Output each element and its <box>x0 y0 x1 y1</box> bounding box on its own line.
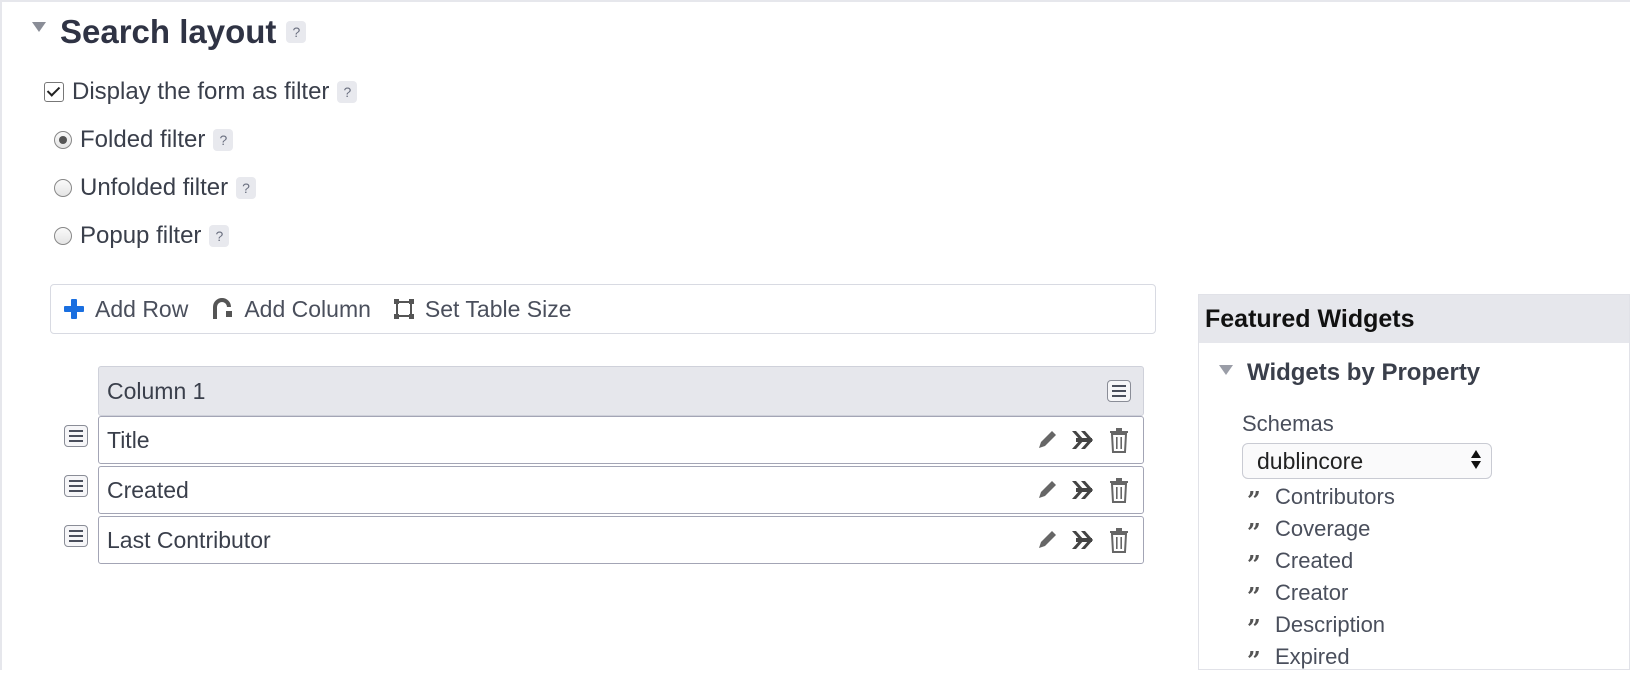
row-label: Title <box>107 426 150 453</box>
quote-icon: ” <box>1247 582 1261 611</box>
column-header[interactable]: Column 1 <box>98 366 1144 416</box>
add-row-label: Add Row <box>95 295 189 322</box>
table-row[interactable]: Last Contributor <box>98 516 1144 564</box>
trash-icon[interactable] <box>1105 527 1133 553</box>
layout-toolbar: Add Row Add Column Set Table Size <box>50 284 1156 334</box>
add-row-button[interactable]: Add Row <box>63 296 188 323</box>
list-item[interactable]: ” Contributors <box>1247 481 1395 513</box>
help-icon[interactable]: ? <box>213 129 234 151</box>
edit-icon[interactable] <box>1033 527 1061 553</box>
property-list: ” Contributors ” Coverage ” Created ” Creato… <box>1247 481 1395 673</box>
table-row[interactable]: Created <box>98 466 1144 514</box>
quote-icon: ” <box>1247 518 1261 547</box>
select-arrows-icon <box>1471 450 1481 469</box>
edit-icon[interactable] <box>1033 477 1061 503</box>
property-label: Contributors <box>1275 484 1395 509</box>
featured-widgets-title: Featured Widgets <box>1199 295 1629 343</box>
edit-icon[interactable] <box>1033 427 1061 453</box>
quote-icon: ” <box>1247 614 1261 643</box>
section-header[interactable]: Search layout ? <box>32 12 307 52</box>
add-column-label: Add Column <box>244 295 371 322</box>
row-menu-icon[interactable] <box>64 425 88 447</box>
unfolded-filter-radio[interactable] <box>54 179 72 197</box>
help-icon[interactable]: ? <box>236 177 257 199</box>
list-item[interactable]: ” Description <box>1247 609 1395 641</box>
quote-icon: ” <box>1247 646 1261 675</box>
quote-icon: ” <box>1247 486 1261 515</box>
table-row[interactable]: Title <box>98 416 1144 464</box>
folded-filter-label: Folded filter <box>80 126 206 153</box>
top-divider <box>0 0 1630 2</box>
list-item[interactable]: ” Coverage <box>1247 513 1395 545</box>
move-icon[interactable] <box>1069 477 1097 503</box>
quote-icon: ” <box>1247 550 1261 579</box>
folded-filter-option[interactable]: Folded filter ? <box>54 126 234 154</box>
column-header-label: Column 1 <box>107 377 206 404</box>
display-filter-label: Display the form as filter <box>72 78 330 105</box>
schema-select-value: dublincore <box>1257 447 1364 474</box>
list-item[interactable]: ” Creator <box>1247 577 1395 609</box>
unfolded-filter-option[interactable]: Unfolded filter ? <box>54 174 257 202</box>
plus-icon <box>63 298 85 320</box>
row-menu-icon[interactable] <box>64 475 88 497</box>
help-icon[interactable]: ? <box>337 81 358 103</box>
left-divider <box>0 0 2 670</box>
popup-filter-option[interactable]: Popup filter ? <box>54 222 230 250</box>
row-menu-icon[interactable] <box>64 525 88 547</box>
trash-icon[interactable] <box>1105 477 1133 503</box>
display-filter-checkbox[interactable] <box>44 82 64 102</box>
set-table-size-label: Set Table Size <box>424 295 572 322</box>
property-label: Description <box>1275 612 1386 637</box>
collapse-triangle-icon[interactable] <box>32 22 46 32</box>
help-icon[interactable]: ? <box>286 21 307 43</box>
property-label: Coverage <box>1275 516 1371 541</box>
row-label: Last Contributor <box>107 526 271 553</box>
column-menu-icon[interactable] <box>1107 380 1131 402</box>
collapse-triangle-icon[interactable] <box>1219 365 1233 375</box>
popup-filter-radio[interactable] <box>54 227 72 245</box>
add-column-button[interactable]: Add Column <box>210 296 371 323</box>
row-label: Created <box>107 476 189 503</box>
popup-filter-label: Popup filter <box>80 222 202 249</box>
property-label: Creator <box>1275 580 1349 605</box>
trash-icon[interactable] <box>1105 427 1133 453</box>
set-table-size-button[interactable]: Set Table Size <box>393 296 572 323</box>
list-item[interactable]: ” Created <box>1247 545 1395 577</box>
featured-widgets-panel: Featured Widgets Widgets by Property Sch… <box>1198 294 1630 673</box>
folded-filter-radio[interactable] <box>54 131 72 149</box>
help-icon[interactable]: ? <box>209 225 230 247</box>
widgets-by-property-header[interactable]: Widgets by Property <box>1219 359 1480 387</box>
add-column-icon <box>210 297 234 321</box>
resize-icon <box>393 298 415 320</box>
schemas-label: Schemas <box>1242 411 1334 436</box>
list-item[interactable]: ” Expired <box>1247 641 1395 673</box>
move-icon[interactable] <box>1069 527 1097 553</box>
display-filter-option[interactable]: Display the form as filter ? <box>44 78 358 106</box>
widgets-by-property-title: Widgets by Property <box>1247 359 1481 386</box>
move-icon[interactable] <box>1069 427 1097 453</box>
section-title: Search layout <box>60 13 277 50</box>
property-label: Expired <box>1275 644 1350 669</box>
unfolded-filter-label: Unfolded filter <box>80 174 229 201</box>
schema-select[interactable]: dublincore <box>1242 443 1492 479</box>
property-label: Created <box>1275 548 1354 573</box>
